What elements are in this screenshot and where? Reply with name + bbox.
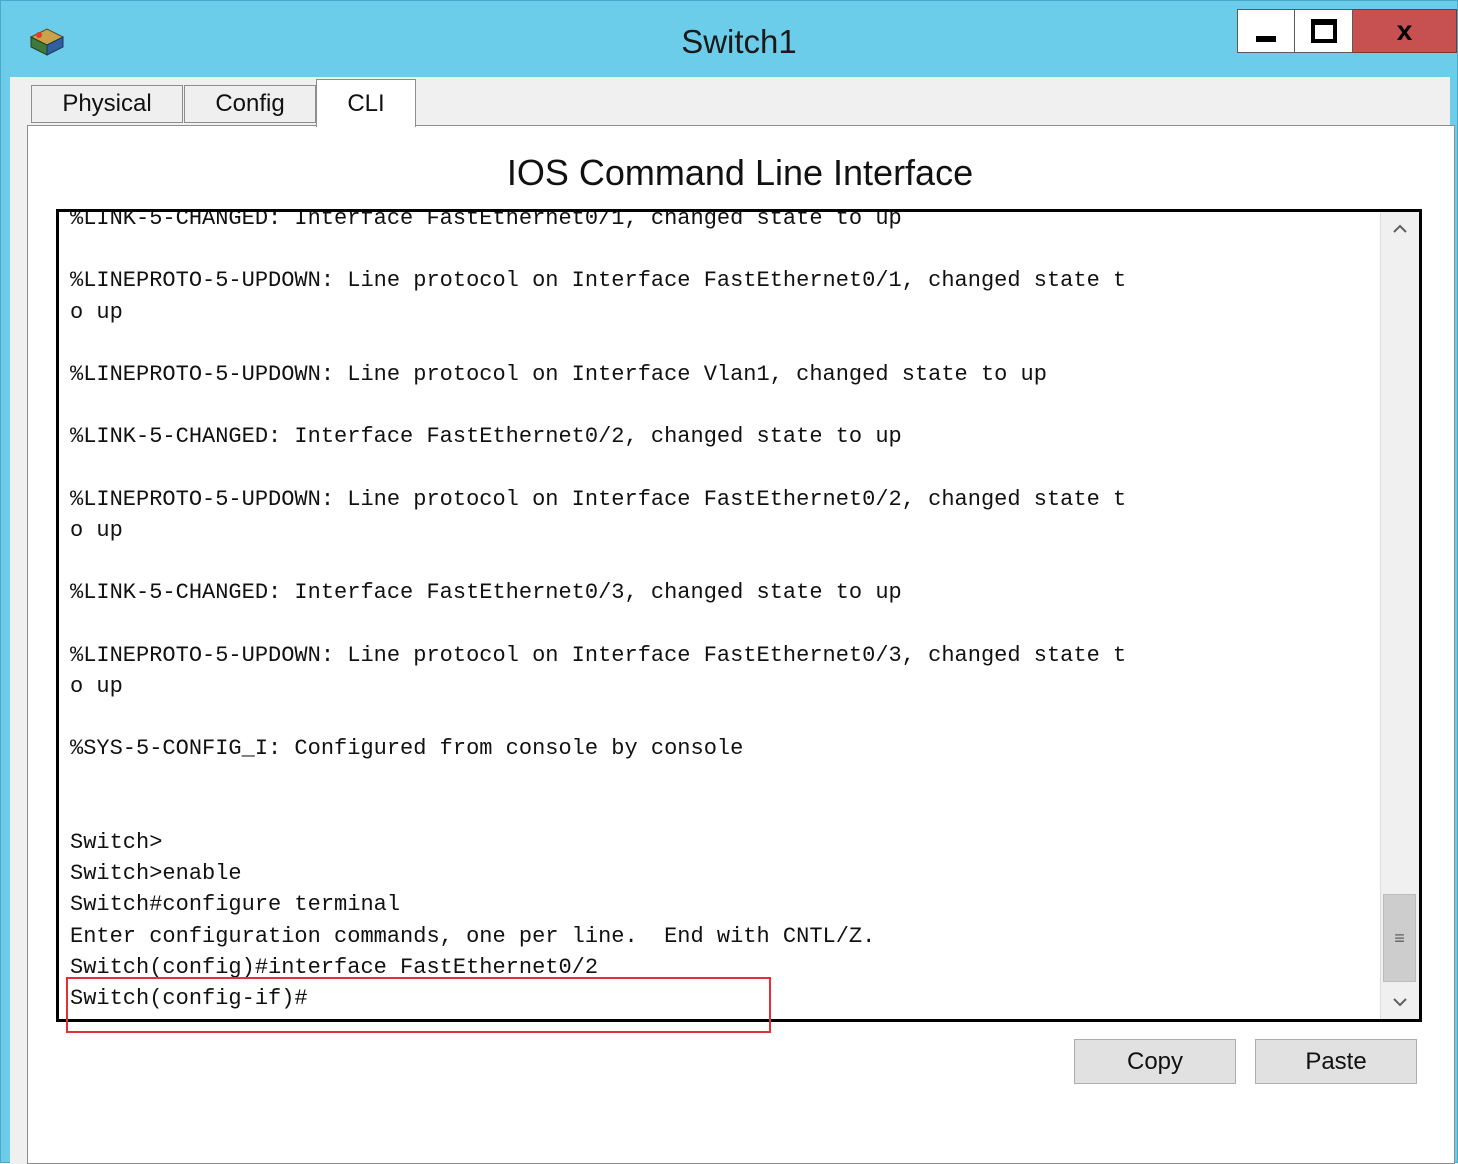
tab-physical[interactable]: Physical — [31, 85, 183, 123]
cli-panel: IOS Command Line Interface %LINK-5-CHANG… — [27, 125, 1455, 1164]
paste-button[interactable]: Paste — [1255, 1039, 1417, 1084]
scroll-down-button[interactable] — [1381, 985, 1418, 1019]
chevron-down-icon — [1392, 998, 1407, 1007]
maximize-icon — [1310, 19, 1337, 43]
cli-console[interactable]: %LINK-5-CHANGED: Interface FastEthernet0… — [56, 209, 1422, 1022]
scroll-thumb[interactable]: ≡ — [1383, 894, 1416, 982]
console-output[interactable]: %LINK-5-CHANGED: Interface FastEthernet0… — [70, 212, 1370, 1014]
tab-cli[interactable]: CLI — [316, 79, 416, 127]
chevron-up-icon — [1392, 224, 1407, 233]
panel-heading: IOS Command Line Interface — [506, 152, 974, 193]
minimize-button[interactable] — [1237, 9, 1295, 53]
app-window: Switch1 x Physical Config CLI IOS Comman… — [0, 0, 1458, 1164]
copy-button[interactable]: Copy — [1074, 1039, 1236, 1084]
maximize-button[interactable] — [1295, 9, 1353, 53]
title-bar[interactable]: Switch1 x — [1, 1, 1457, 77]
tab-bar: Physical Config CLI — [10, 77, 1450, 127]
window-client-area: Physical Config CLI IOS Command Line Int… — [10, 77, 1455, 1164]
console-scrollbar[interactable]: ≡ — [1380, 212, 1419, 1019]
close-icon: x — [1396, 15, 1413, 46]
close-button[interactable]: x — [1353, 9, 1457, 53]
tab-config[interactable]: Config — [184, 85, 316, 123]
minimize-icon — [1256, 36, 1276, 42]
scroll-up-button[interactable] — [1381, 212, 1418, 246]
